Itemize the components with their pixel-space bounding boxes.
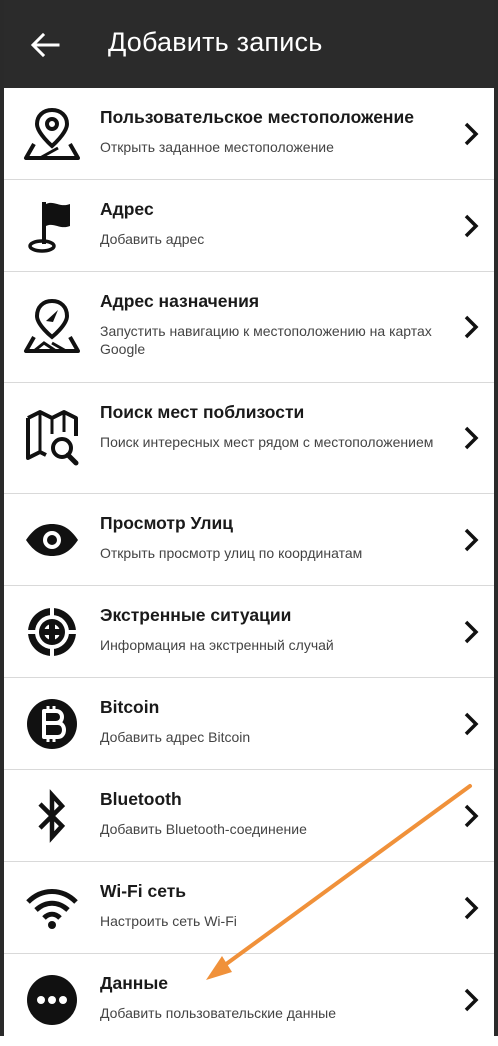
navigation-pin-icon [22,297,82,357]
item-title: Bluetooth [100,789,182,809]
item-title: Bitcoin [100,697,160,717]
list-item-custom-location[interactable]: Пользовательское местоположение Открыть … [4,88,494,180]
item-title: Данные [100,973,169,993]
list-item-street-view[interactable]: Просмотр Улиц Открыть просмотр улиц по к… [4,494,494,586]
bluetooth-icon [22,786,82,846]
flag-icon [22,196,82,256]
chevron-right-icon [460,425,482,451]
item-title: Пользовательское местоположение [100,107,414,127]
list-item-data[interactable]: Данные Добавить пользовательские данные [4,954,494,1046]
item-title: Адрес [100,199,154,219]
chevron-right-icon [460,121,482,147]
chevron-right-icon [460,619,482,645]
chevron-right-icon [460,987,482,1013]
chevron-right-icon [460,895,482,921]
item-subtitle: Запустить навигацию к местоположению на … [100,323,432,357]
entry-type-list: Пользовательское местоположение Открыть … [4,88,494,1046]
chevron-right-icon [460,711,482,737]
item-title: Поиск мест поблизости [100,402,305,422]
item-subtitle: Добавить пользовательские данные [100,1005,337,1021]
item-subtitle: Добавить Bluetooth-соединение [100,821,307,837]
item-title: Адрес назначения [100,291,260,311]
eye-icon [22,510,82,570]
item-title: Wi-Fi сеть [100,881,187,901]
item-title: Экстренные ситуации [100,605,292,625]
item-subtitle: Поиск интересных мест рядом с местополож… [100,434,434,450]
map-pin-icon [22,104,82,164]
app-bar: Добавить запись [0,0,498,88]
lifebuoy-icon [22,602,82,662]
list-item-bluetooth[interactable]: Bluetooth Добавить Bluetooth-соединение [4,770,494,862]
chevron-right-icon [460,213,482,239]
wifi-icon [22,878,82,938]
item-subtitle: Информация на экстренный случай [100,637,334,653]
list-item-emergency[interactable]: Экстренные ситуации Информация на экстре… [4,586,494,678]
item-subtitle: Добавить адрес [100,231,205,247]
back-arrow-icon[interactable] [28,28,62,62]
list-item-bitcoin[interactable]: Bitcoin Добавить адрес Bitcoin [4,678,494,770]
list-item-address[interactable]: Адрес Добавить адрес [4,180,494,272]
item-subtitle: Настроить сеть Wi-Fi [100,913,237,929]
list-item-nearby-search[interactable]: Поиск мест поблизости Поиск интересных м… [4,383,494,494]
chevron-right-icon [460,314,482,340]
item-title: Просмотр Улиц [100,513,233,533]
bitcoin-icon [22,694,82,754]
page-title: Добавить запись [108,27,323,57]
map-search-icon [22,408,82,468]
chevron-right-icon [460,803,482,829]
chevron-right-icon [460,527,482,553]
item-subtitle: Открыть просмотр улиц по координатам [100,545,363,561]
more-dots-icon [22,970,82,1030]
list-item-wifi[interactable]: Wi-Fi сеть Настроить сеть Wi-Fi [4,862,494,954]
item-subtitle: Открыть заданное местоположение [100,139,334,155]
item-subtitle: Добавить адрес Bitcoin [100,729,251,745]
list-item-destination[interactable]: Адрес назначения Запустить навигацию к м… [4,272,494,383]
